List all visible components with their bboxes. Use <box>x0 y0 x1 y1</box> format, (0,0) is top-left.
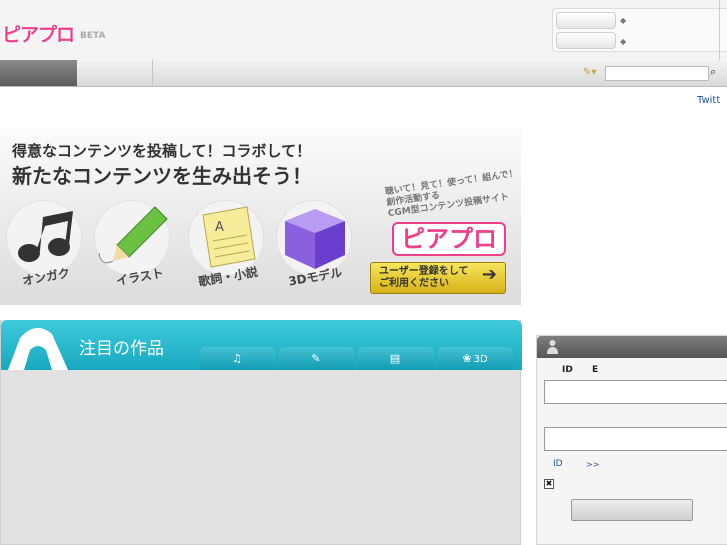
banner-tagline: 聴いて！見て！使って！組んで！ 創作活動する CGM型コンテンツ投稿サイト <box>384 169 521 220</box>
account-link-1[interactable]: ◆ <box>620 15 629 26</box>
music-category-circle <box>6 200 82 276</box>
register-button[interactable]: ユーザー登録をして ご利用ください ➔ <box>370 262 506 294</box>
tab-illust[interactable]: ✎ <box>279 347 355 370</box>
featured-works-panel: 注目の作品 ♫ ✎ ▤ ❀ 3D <box>0 320 522 545</box>
beta-badge: BETA <box>80 31 106 41</box>
tab-3d-label: 3D <box>473 354 488 365</box>
cube-icon <box>285 209 345 269</box>
account-panel: ◆ ◆ <box>552 8 727 52</box>
diamond-bullet-icon: ◆ <box>620 37 627 46</box>
user-icon <box>547 340 558 354</box>
music-note-icon <box>18 211 73 262</box>
password-input[interactable] <box>544 427 727 451</box>
login-header <box>537 336 727 358</box>
twitter-link-tail[interactable]: Twitt <box>697 95 720 106</box>
tab-text[interactable]: ▤ <box>358 347 434 370</box>
logo-text: ピアプロ <box>2 24 75 46</box>
account-button-2[interactable] <box>556 32 616 49</box>
nav-tab-2[interactable] <box>77 60 153 86</box>
site-logo[interactable]: ピアプロ <box>2 20 78 46</box>
banner-logo: ピアプロ <box>392 222 506 256</box>
music-note-icon: ♫ <box>232 352 242 365</box>
featured-title: 注目の作品 <box>79 339 164 359</box>
banner-headline-2: 新たなコンテンツを生み出そう！ <box>12 164 312 188</box>
pencil-dropdown-icon[interactable]: ✎▾ <box>583 67 605 80</box>
login-panel: ID E ID >> ✖ <box>536 335 727 545</box>
search-input[interactable] <box>605 66 709 81</box>
cube-icon: ❀ <box>462 352 472 365</box>
diamond-bullet-icon: ◆ <box>620 16 627 25</box>
remember-checkbox[interactable]: ✖ <box>544 479 554 489</box>
site-header: ピアプロ BETA ◆ ◆ <box>0 0 727 60</box>
forgot-id-link[interactable]: ID <box>553 459 563 469</box>
email-label: E <box>592 365 599 375</box>
banner-headline-1: 得意なコンテンツを投稿して！コラボして！ <box>12 142 312 160</box>
promo-banner[interactable]: 得意なコンテンツを投稿して！コラボして！ 新たなコンテンツを生み出そう！ A オ… <box>0 128 521 305</box>
scrollbar-edge <box>719 0 720 60</box>
tab-3d[interactable]: ❀ 3D <box>437 347 513 370</box>
pencil-icon: ✎ <box>311 352 321 365</box>
document-icon: ▤ <box>389 352 401 365</box>
account-link-2[interactable]: ◆ <box>620 36 629 47</box>
arrow-right-icon: ➔ <box>481 264 497 285</box>
nav-tab-1[interactable] <box>0 60 77 86</box>
page: ピアプロ BETA ◆ ◆ ✎▾ ⌕ Twitt 得意なコンテンツを投稿して！コ… <box>0 0 727 545</box>
character-silhouette-icon <box>8 327 68 370</box>
id-input[interactable] <box>544 380 727 404</box>
search-icon[interactable]: ⌕ <box>710 65 716 79</box>
main-nav: ✎▾ ⌕ <box>0 60 727 87</box>
tab-music[interactable]: ♫ <box>200 347 276 370</box>
svg-text:A: A <box>215 220 224 235</box>
account-button-1[interactable] <box>556 12 616 29</box>
featured-header: 注目の作品 ♫ ✎ ▤ ❀ 3D <box>1 320 522 370</box>
login-submit-button[interactable] <box>571 499 693 521</box>
id-label: ID <box>562 365 573 375</box>
more-link[interactable]: >> <box>586 460 599 469</box>
